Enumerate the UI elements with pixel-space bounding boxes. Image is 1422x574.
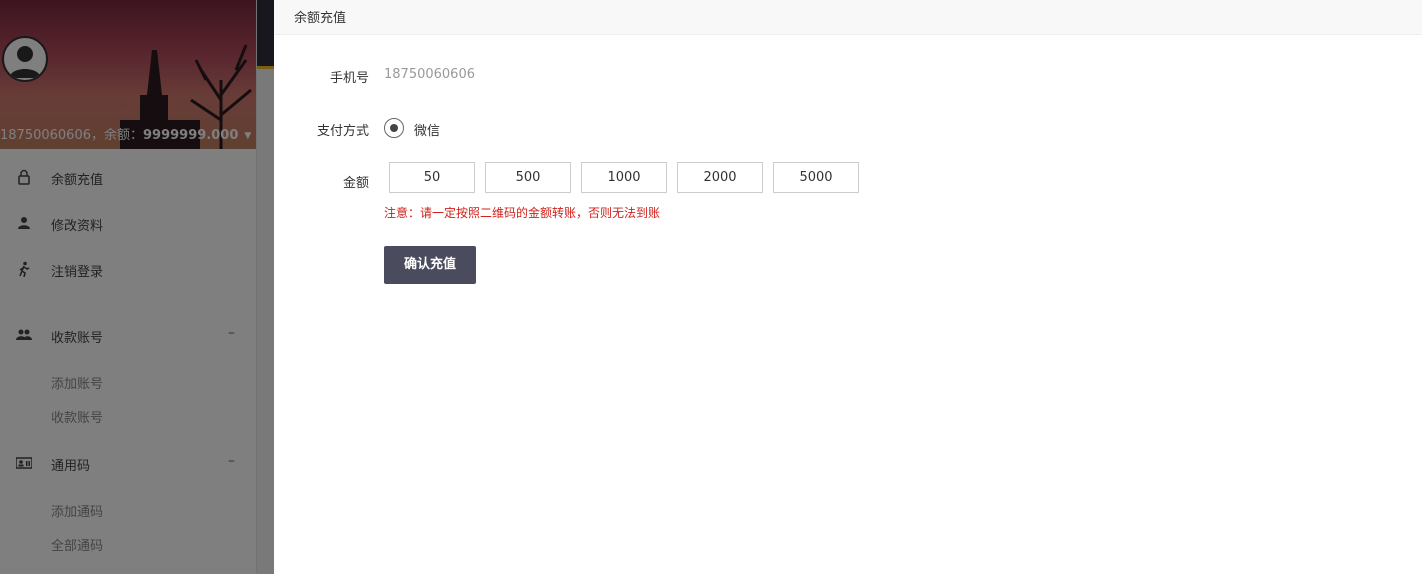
panel-title: 余额充值 [294,11,347,26]
app-root: ▀▀▀ ▀▀▀ 18750060606，余额：9999999.000▼ [0,0,1422,574]
amount-option-1000[interactable]: 1000 [581,162,667,193]
payment-method-label: 支付方式 [316,124,369,139]
wechat-radio[interactable] [384,118,404,138]
amount-option-2000[interactable]: 2000 [677,162,763,193]
amount-label: 金额 [342,176,369,191]
phone-value: 18750060606 [384,67,475,82]
phone-label: 手机号 [329,71,369,86]
wechat-radio-label[interactable]: 微信 [414,120,440,139]
panel-header: 余额充值 [274,0,1422,35]
amount-option-50[interactable]: 50 [389,162,475,193]
recharge-panel: 余额充值 手机号 18750060606 支付方式 微信 金额 50 500 1… [274,0,1422,574]
amount-option-5000[interactable]: 5000 [773,162,859,193]
confirm-recharge-button[interactable]: 确认充值 [384,246,476,284]
transfer-notice: 注意：请一定按照二维码的金额转账，否则无法到账 [384,206,661,220]
amount-option-500[interactable]: 500 [485,162,571,193]
